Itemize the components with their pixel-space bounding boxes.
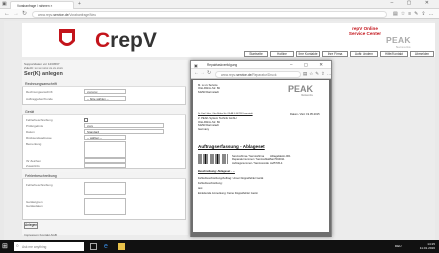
billing-address-input[interactable]: xxxxxxx [84, 89, 126, 94]
device-textarea[interactable] [84, 198, 126, 215]
address-line: Germany [198, 127, 210, 131]
new-tab-button[interactable]: + [78, 1, 81, 7]
barcode [198, 154, 228, 164]
logo-c: C [95, 29, 111, 52]
url-host: service.de [53, 13, 69, 17]
submit-button[interactable]: Anlegen [24, 222, 38, 229]
doc-heading: Auftragserfassung - Ablageset [198, 144, 265, 149]
nav-startseite[interactable]: Startseite [244, 51, 268, 57]
doc-peak-logo: PEAK Networks [288, 84, 313, 97]
nav-abmelden[interactable]: Abmelden [410, 51, 434, 57]
sender-line: 64293 Darmstadt [198, 90, 219, 94]
meta-info: Supportdaten vor 1234567 Zuletzt: xx.xx.x… [24, 62, 63, 70]
field-label: Ihr Zeichen [26, 159, 42, 163]
field-label: Datum [26, 130, 35, 134]
fault-checkbox[interactable] [84, 118, 88, 122]
popup-app-icon: ▣ [194, 62, 198, 68]
site-logo-text: CrepV [95, 30, 157, 52]
search-icon: ○ [16, 243, 19, 248]
meta-line: Zuletzt: xx.xx.xxxx xx.xx.xxxx [24, 66, 63, 70]
service-line-2: Service Center [348, 31, 382, 36]
field-label: Auftraggeber/Kunde [26, 97, 53, 101]
popup-url-path: /Reparatur/Druck [251, 73, 277, 77]
page-title: Ser(K) anlegen [24, 71, 63, 77]
forward-icon[interactable]: → [13, 11, 19, 17]
popup-url-host: service.de [236, 73, 252, 77]
popup-back-icon[interactable]: ← [194, 71, 199, 76]
field-label: Zusatzinfo [26, 164, 40, 168]
doc-sender: M. xx.xx Service Otto-Röhm-Str. 69 64293 D… [198, 84, 220, 94]
popup-address-bar: ← → ↻ www.repv-service.de/Reparatur/Druc… [191, 69, 331, 79]
customer-select[interactable]: -- bitte wählen -- [84, 96, 126, 101]
section-fault-head: Fehlerbeschreibung [22, 172, 186, 179]
extra-info-input[interactable] [84, 163, 126, 168]
window-controls[interactable]: – ▢ ✕ [391, 0, 435, 6]
field-label: Fehlerbeschreibung [26, 118, 53, 122]
field-label: Rechnungsanschrift [26, 90, 53, 94]
tray-lang[interactable]: DEU [395, 244, 402, 248]
logo-rest: repV [110, 29, 157, 52]
repv-logo-icon [59, 29, 75, 46]
remark-textarea[interactable] [84, 141, 126, 158]
clock-date: 11.01.2016 [419, 246, 435, 250]
field-label: Gerätedaten [26, 204, 43, 208]
file-explorer-icon[interactable] [118, 243, 125, 250]
popup-title-bar: ▣ Repairtaskverfolgung – ▢ ✕ [191, 61, 331, 69]
field-label: Rücksendeadresse [26, 136, 52, 140]
table-cell: Auf5745-4 [270, 161, 283, 165]
tab-back-icon[interactable]: ▣ [2, 1, 7, 7]
table-row: Auftragsnummer / ServicecodeAuf5745-4 [232, 162, 290, 165]
popup-forward-icon[interactable]: → [200, 71, 205, 76]
tab-title: Vorabanfrage / rahmen × [17, 4, 53, 8]
doc-address: Otto-Röhm-Str. 69 64293 Darmstadt Germany [198, 121, 220, 131]
popup-url-bar[interactable]: www.repv-service.de/Reparatur/Druck [215, 70, 301, 78]
doc-company: Z. PEAK-System Technik GmbH [198, 117, 237, 120]
doc-address-head: Dr. Emil Jahn, Otto-Röhm-Str. 69 AB 0 64… [198, 113, 253, 115]
popup-window-controls[interactable]: – ▢ ✕ [290, 62, 328, 68]
taskbar-search-input[interactable]: Ask me anything [14, 242, 84, 251]
nav-kontakte[interactable]: Ihre Kontakte [296, 51, 320, 57]
popup-url-prefix: www.repv- [221, 73, 237, 77]
edge-browser-icon[interactable]: e [104, 243, 111, 250]
popup-refresh-icon[interactable]: ↻ [207, 71, 211, 76]
nav-firma[interactable]: Ihre Firma [322, 51, 348, 57]
toolbar-icons[interactable]: ▤☆≡✎⇪… [393, 11, 437, 17]
date-select[interactable]: Standard [84, 129, 164, 134]
test-result-select[interactable]: xxxx [84, 123, 164, 128]
table-cell: Auftragsnummer / Servicecode [232, 161, 269, 165]
fault-textarea[interactable] [84, 182, 126, 195]
url-path: /Vorabanfrage/Neu [68, 13, 97, 17]
browser-tab[interactable]: Vorabanfrage / rahmen × [10, 1, 74, 9]
nav-hilfe[interactable]: Hilfe/Kontakt [380, 51, 408, 57]
return-address-select[interactable]: -- wählen -- [84, 135, 126, 140]
doc-section-head: Beschreibung: Ablageset - ... [198, 170, 235, 173]
doc-table: Servicefirma / Servicefirma Ablagefaktor-… [232, 155, 290, 165]
back-icon[interactable]: ← [4, 11, 10, 17]
peak-logo: PEAK Networks [386, 35, 411, 49]
field-label: Bemerkung [26, 142, 42, 146]
taskbar-clock[interactable]: 14:15 11.01.2016 [420, 242, 435, 250]
doc-peak-sub: Networks [301, 94, 314, 97]
body-line: Einleitende Anmerkung: Keine Doppelfehle… [198, 192, 258, 195]
peak-sub: Networks [395, 45, 411, 49]
peak-text: PEAK [386, 35, 411, 45]
start-icon[interactable]: ⊞ [2, 243, 10, 251]
field-label: Prüfergebnis [26, 124, 44, 128]
popup-toolbar-icons[interactable]: ▤☆✎⇪… [303, 71, 333, 77]
refresh-icon[interactable]: ↻ [22, 11, 27, 17]
popup-tab-title: Repairtaskverfolgung [207, 63, 238, 67]
field-label: Fehlerbeschreibung [26, 183, 53, 187]
nav-hotline[interactable]: Hotline [270, 51, 294, 57]
url-prefix: www.repv- [38, 13, 54, 17]
section-billing-head: Rechnungsanschrift [22, 80, 186, 87]
task-view-icon[interactable] [90, 243, 97, 250]
section-device-head: Gerät [22, 108, 186, 115]
url-bar[interactable]: www.repv-service.de/Vorabanfrage/Neu [32, 10, 387, 18]
service-center-title: repV Online Service Center [345, 26, 385, 36]
doc-body: Fehlerbeschreibung/Auftrag: Unser Doppel… [198, 176, 263, 196]
doc-date: Datum / Zeit: 19.05.2015 [290, 113, 320, 116]
footer-links[interactable]: Impressum Kontakt AGB [24, 233, 57, 237]
nav-auftrag[interactable]: Auftr. ändern [350, 51, 378, 57]
doc-peak-text: PEAK [288, 84, 314, 94]
